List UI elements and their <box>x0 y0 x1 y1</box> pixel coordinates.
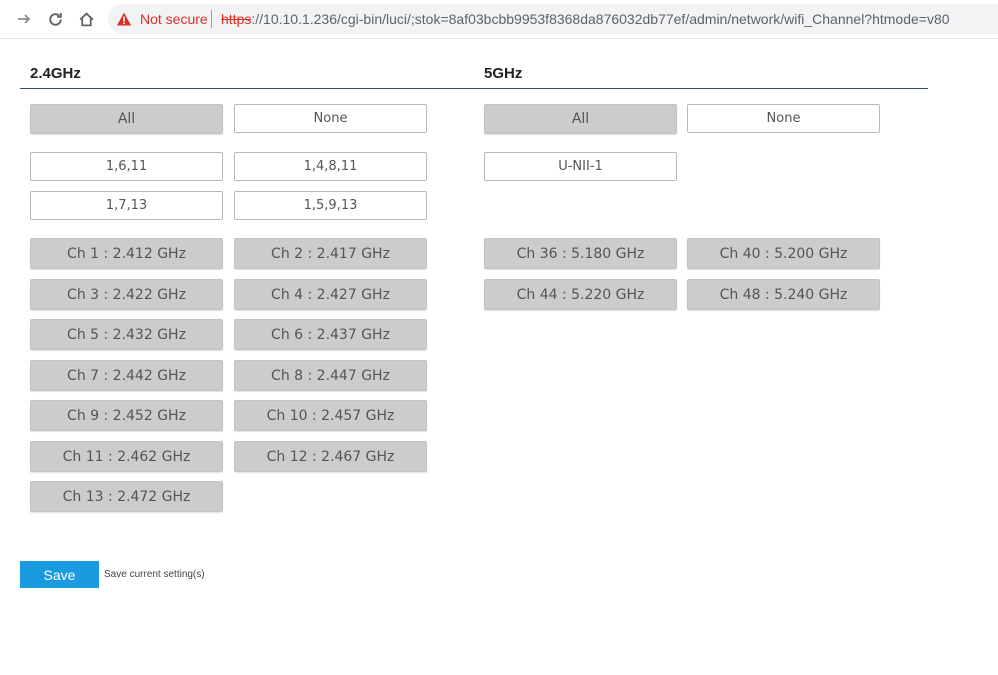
save-button[interactable]: Save <box>20 561 99 588</box>
url-scheme: https <box>221 11 252 27</box>
channel-button-ch4[interactable]: Ch 4 : 2.427 GHz <box>234 279 427 310</box>
channel-button-ch9[interactable]: Ch 9 : 2.452 GHz <box>30 400 223 431</box>
band24-preset-button[interactable]: 1,5,9,13 <box>234 191 427 220</box>
omnibox[interactable]: Not secure https://10.10.1.236/cgi-bin/l… <box>108 4 998 34</box>
home-icon[interactable] <box>76 9 96 29</box>
browser-address-bar: Not secure https://10.10.1.236/cgi-bin/l… <box>0 0 998 39</box>
band5-all-button[interactable]: All <box>484 104 677 134</box>
band24-none-button[interactable]: None <box>234 104 427 133</box>
band-5ghz-title: 5GHz <box>484 65 523 82</box>
channel-button-ch13[interactable]: Ch 13 : 2.472 GHz <box>30 481 223 512</box>
reload-icon[interactable] <box>45 9 65 29</box>
save-hint-text: Save current setting(s) <box>104 569 205 580</box>
channel-button-ch48[interactable]: Ch 48 : 5.240 GHz <box>687 279 880 310</box>
channel-button-ch5[interactable]: Ch 5 : 2.432 GHz <box>30 319 223 350</box>
band5-preset-button[interactable]: U-NII-1 <box>484 152 677 181</box>
omnibox-divider <box>211 10 212 28</box>
band24-preset-button[interactable]: 1,7,13 <box>30 191 223 220</box>
channel-button-ch11[interactable]: Ch 11 : 2.462 GHz <box>30 441 223 472</box>
channel-button-ch36[interactable]: Ch 36 : 5.180 GHz <box>484 238 677 269</box>
security-status-label[interactable]: Not secure <box>140 11 208 27</box>
channel-button-ch8[interactable]: Ch 8 : 2.447 GHz <box>234 360 427 391</box>
channel-button-ch3[interactable]: Ch 3 : 2.422 GHz <box>30 279 223 310</box>
channel-button-ch7[interactable]: Ch 7 : 2.442 GHz <box>30 360 223 391</box>
section-divider <box>20 88 928 89</box>
channel-button-ch2[interactable]: Ch 2 : 2.417 GHz <box>234 238 427 269</box>
band24-preset-button[interactable]: 1,6,11 <box>30 152 223 181</box>
band24-preset-button[interactable]: 1,4,8,11 <box>234 152 427 181</box>
channel-button-ch6[interactable]: Ch 6 : 2.437 GHz <box>234 319 427 350</box>
url-path: ://10.10.1.236/cgi-bin/luci/;stok=8af03b… <box>251 11 950 27</box>
band24-all-button[interactable]: All <box>30 104 223 134</box>
warning-triangle-icon <box>116 11 132 32</box>
channel-button-ch40[interactable]: Ch 40 : 5.200 GHz <box>687 238 880 269</box>
channel-button-ch44[interactable]: Ch 44 : 5.220 GHz <box>484 279 677 310</box>
band5-none-button[interactable]: None <box>687 104 880 133</box>
url-text[interactable]: https://10.10.1.236/cgi-bin/luci/;stok=8… <box>221 11 950 27</box>
forward-arrow-icon[interactable] <box>14 9 34 29</box>
channel-button-ch1[interactable]: Ch 1 : 2.412 GHz <box>30 238 223 269</box>
channel-button-ch12[interactable]: Ch 12 : 2.467 GHz <box>234 441 427 472</box>
band-24ghz-title: 2.4GHz <box>30 65 81 82</box>
channel-button-ch10[interactable]: Ch 10 : 2.457 GHz <box>234 400 427 431</box>
